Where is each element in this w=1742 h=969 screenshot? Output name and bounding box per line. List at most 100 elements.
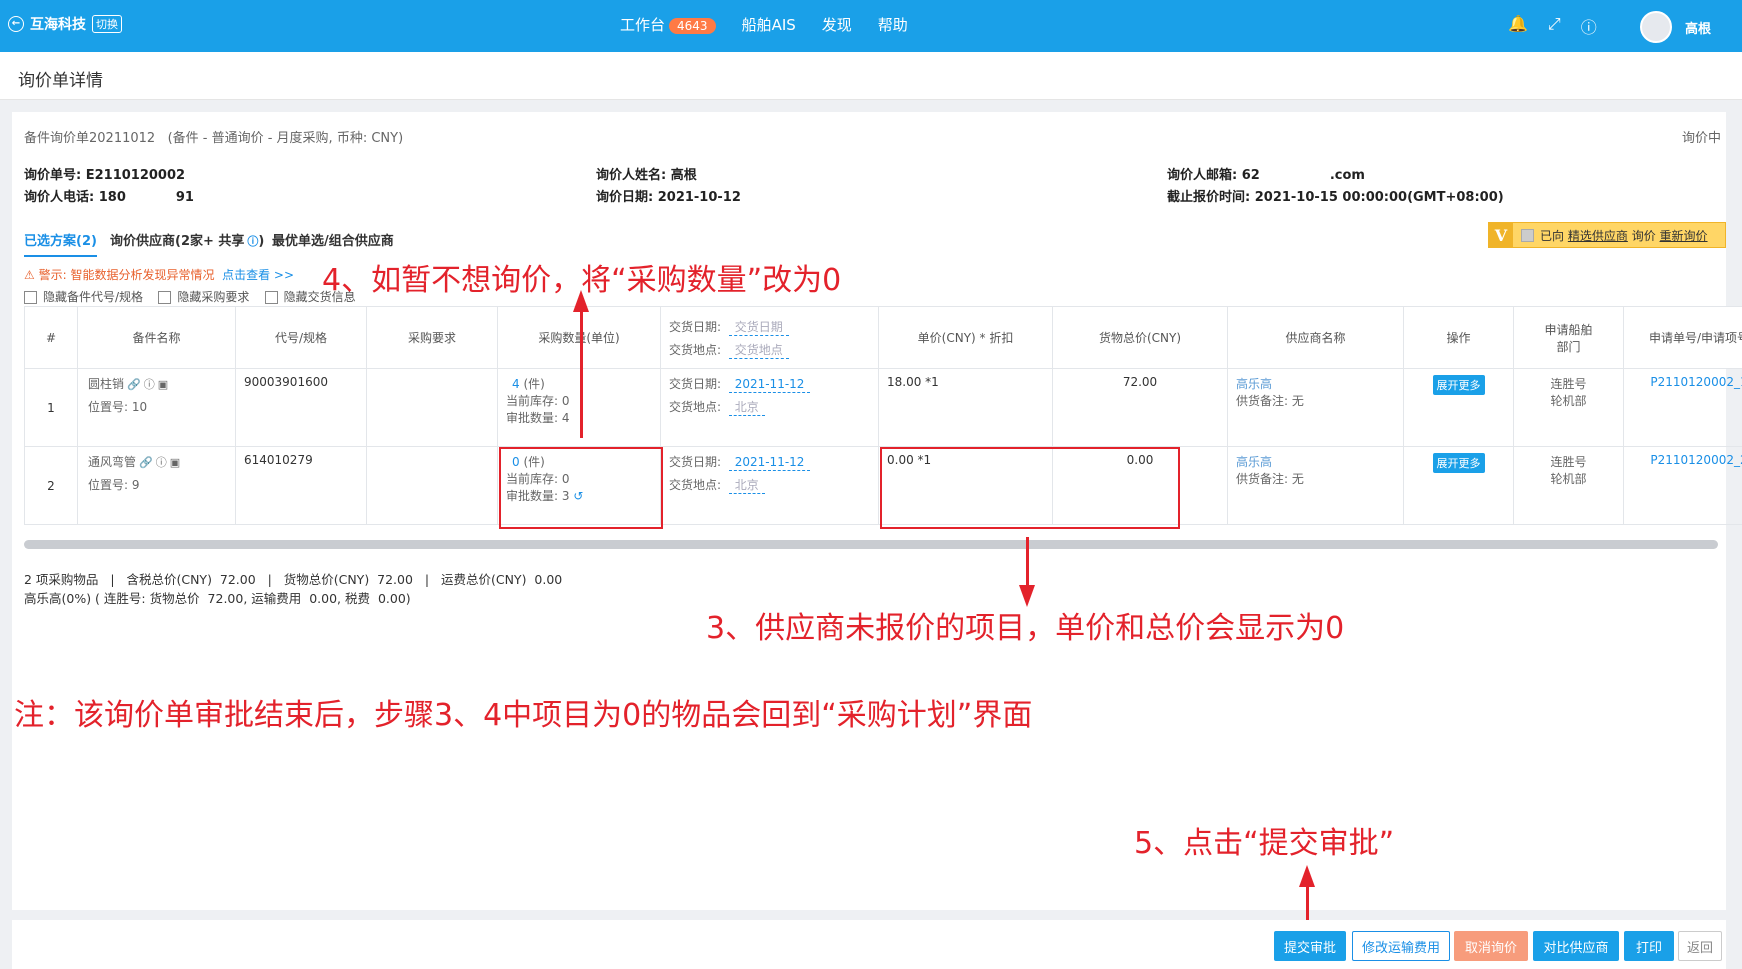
order-title-line: 备件询价单20211012 (备件 - 普通询价 - 月度采购, 币种: CNY… xyxy=(24,127,403,146)
link-icon[interactable]: 🔗 xyxy=(127,378,141,391)
col-requirement: 采购要求 xyxy=(366,306,498,369)
request-no[interactable]: P2110120002_2 xyxy=(1623,446,1742,525)
quantity-input[interactable]: 4 xyxy=(506,377,520,391)
page-header: 询价单详情 xyxy=(0,52,1742,100)
email: 询价人邮箱: 62 .com xyxy=(1167,168,1365,183)
order-meta: (备件 - 普通询价 - 月度采购, 币种: CNY) xyxy=(167,131,404,146)
deadline: 截止报价时间: 2021-10-15 00:00:00(GMT+08:00) xyxy=(1167,190,1504,205)
item-position: 位置号: 9 xyxy=(88,478,140,492)
nav-item-help[interactable]: 帮助 xyxy=(878,14,908,35)
submit-approval-button[interactable]: 提交审批 xyxy=(1274,931,1346,961)
annotation-note: 注：该询价单审批结束后，步骤3、4中项目为0的物品会回到“采购计划”界面 xyxy=(14,698,1033,733)
re-inquiry-link[interactable]: 重新询价 xyxy=(1660,227,1708,244)
unit-price: 18.00 *1 xyxy=(878,368,1053,447)
link-icon[interactable]: 🔗 xyxy=(139,456,153,469)
col-delivery: 交货日期: 交货日期 交货地点: 交货地点 xyxy=(660,306,879,369)
tab-suppliers[interactable]: 询价供应商(2家+ 共享 ⓘ) xyxy=(110,230,264,249)
tab-best-suppliers[interactable]: 最优单选/组合供应商 xyxy=(272,230,394,249)
item-position: 位置号: 10 xyxy=(88,400,148,414)
page-title: 询价单详情 xyxy=(18,71,103,91)
image-icon[interactable]: ▣ xyxy=(170,456,180,469)
col-ship: 申请船舶 部门 xyxy=(1513,306,1624,369)
info-icon[interactable]: ⓘ xyxy=(144,376,155,392)
help-icon[interactable]: ⓘ xyxy=(1581,14,1597,38)
info-circle-icon: ⓘ xyxy=(247,235,259,248)
delivery-date-filter[interactable]: 交货日期 xyxy=(728,319,789,336)
switch-button[interactable]: 切换 xyxy=(92,15,122,33)
warning-icon: ⚠ xyxy=(24,268,35,282)
supplier-summary: 高乐高(0%) ( 连胜号: 货物总价 72.00, 运输费用 0.00, 税费… xyxy=(24,591,411,606)
col-action: 操作 xyxy=(1403,306,1514,369)
avatar[interactable] xyxy=(1640,11,1672,43)
col-request-no: 申请单号/申请项号 xyxy=(1623,306,1742,369)
col-name: 备件名称 xyxy=(77,306,236,369)
inquirer-name: 询价人姓名: 高根 xyxy=(596,168,697,183)
main-nav: 工作台 4643 船舶AIS 发现 帮助 xyxy=(620,14,908,35)
table-row: 1 圆柱销 🔗 ⓘ ▣ 位置号: 10 90003901600 4 (件) 当前库存:… xyxy=(24,368,1742,447)
request-no[interactable]: P2110120002_1 xyxy=(1623,368,1742,447)
price-highlight xyxy=(880,447,1180,529)
hide-requirement-checkbox[interactable]: 隐藏采购要求 xyxy=(158,290,249,304)
col-no: # xyxy=(24,306,78,369)
delivery-date-input[interactable]: 2021-11-12 xyxy=(728,455,811,471)
order-title: 备件询价单20211012 xyxy=(24,131,156,146)
summary-line: 2 项采购物品 | 含税总价(CNY) 72.00 | 货物总价(CNY) 72… xyxy=(24,572,563,587)
phone: 询价人电话: 180 91 xyxy=(24,190,194,205)
nav-item-workbench[interactable]: 工作台 4643 xyxy=(620,14,716,35)
delivery-place-input[interactable]: 北京 xyxy=(728,400,765,416)
brand-name: 互海科技 xyxy=(30,17,86,33)
annotation-step5: 5、点击“提交审批” xyxy=(1134,826,1395,861)
top-bar: ← 互海科技 切换 工作台 4643 船舶AIS 发现 帮助 🔔 ⤢ ⓘ 高根 xyxy=(0,0,1742,52)
order-no: 询价单号: E2110120002 xyxy=(24,168,186,183)
col-total: 货物总价(CNY) xyxy=(1052,306,1228,369)
supplier-link[interactable]: 高乐高 xyxy=(1236,375,1395,392)
workbench-badge: 4643 xyxy=(669,18,716,34)
delivery-date-input[interactable]: 2021-11-12 xyxy=(728,377,811,393)
expand-more-button[interactable]: 展开更多 xyxy=(1432,375,1485,395)
item-name: 通风弯管 xyxy=(88,455,137,469)
back-icon[interactable]: ← xyxy=(8,16,24,32)
expand-more-button[interactable]: 展开更多 xyxy=(1432,453,1485,473)
inquiry-date: 询价日期: 2021-10-12 xyxy=(596,190,741,205)
supplier-link[interactable]: 高乐高 xyxy=(1236,453,1395,470)
col-supplier: 供应商名称 xyxy=(1227,306,1404,369)
nav-item-discover[interactable]: 发现 xyxy=(822,14,852,35)
delivery-place-input[interactable]: 北京 xyxy=(728,478,765,494)
arrow-line xyxy=(1306,883,1309,925)
expand-icon[interactable]: ⤢ xyxy=(1548,14,1561,38)
arrow-line xyxy=(580,308,583,438)
col-unit-price: 单价(CNY) * 折扣 xyxy=(878,306,1053,369)
nav-item-ais[interactable]: 船舶AIS xyxy=(742,14,796,35)
user-name[interactable]: 高根 xyxy=(1685,18,1711,37)
hide-options: 隐藏备件代号/规格 隐藏采购要求 隐藏交货信息 xyxy=(24,288,356,305)
horizontal-scrollbar[interactable] xyxy=(24,540,1718,549)
tab-selected-plans[interactable]: 已选方案(2) xyxy=(24,230,97,257)
compare-suppliers-button[interactable]: 对比供应商 xyxy=(1533,931,1619,961)
delivery-place-filter[interactable]: 交货地点 xyxy=(728,342,789,359)
bell-icon[interactable]: 🔔 xyxy=(1508,14,1528,38)
checked-checkbox xyxy=(1521,228,1534,242)
annotation-step3: 3、供应商未报价的项目，单价和总价会显示为0 xyxy=(706,611,1345,646)
image-icon[interactable]: ▣ xyxy=(158,378,168,391)
item-code: 90003901600 xyxy=(235,368,367,447)
status-badge: 询价中 xyxy=(1682,131,1722,146)
brand[interactable]: ← 互海科技 切换 xyxy=(8,14,122,34)
print-button[interactable]: 打印 xyxy=(1624,931,1674,961)
v-badge-icon: V xyxy=(1489,222,1513,248)
selected-suppliers-link[interactable]: 精选供应商 xyxy=(1568,227,1628,244)
hide-code-checkbox[interactable]: 隐藏备件代号/规格 xyxy=(24,290,143,304)
edit-shipping-button[interactable]: 修改运输费用 xyxy=(1352,931,1450,961)
quantity-highlight xyxy=(499,447,663,529)
item-code: 614010279 xyxy=(235,446,367,525)
col-quantity: 采购数量(单位) xyxy=(497,306,661,369)
warning-line: ⚠ 警示: 智能数据分析发现异常情况 点击查看 >> xyxy=(24,268,295,282)
total-price: 72.00 xyxy=(1052,368,1228,447)
warning-view-link[interactable]: 点击查看 >> xyxy=(222,268,294,282)
info-icon[interactable]: ⓘ xyxy=(156,454,167,470)
item-name: 圆柱销 xyxy=(88,377,125,391)
col-code: 代号/规格 xyxy=(235,306,367,369)
table-header-row: # 备件名称 代号/规格 采购要求 采购数量(单位) 交货日期: 交货日期 交货… xyxy=(24,306,1742,369)
cancel-inquiry-button[interactable]: 取消询价 xyxy=(1454,931,1528,961)
arrow-line xyxy=(1026,537,1029,589)
back-button[interactable]: 返回 xyxy=(1678,931,1722,961)
